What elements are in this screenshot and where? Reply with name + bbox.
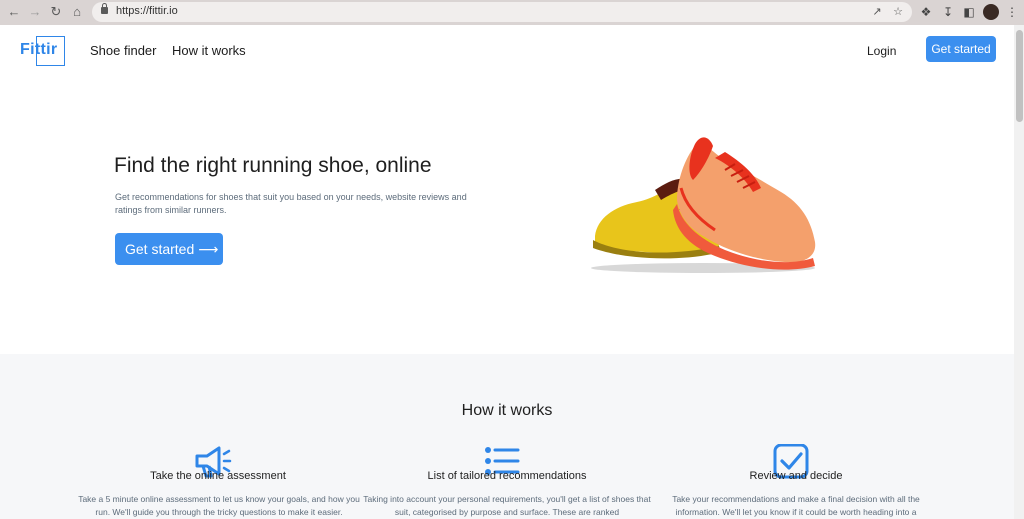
get-started-button-header[interactable]: Get started bbox=[926, 36, 996, 62]
how-it-works-section: How it works Take the online assessment … bbox=[0, 354, 1014, 519]
page: Fittir Shoe finder How it works Login Ge… bbox=[0, 25, 1014, 519]
home-icon[interactable]: ⌂ bbox=[69, 4, 85, 20]
hero-title: Find the right running shoe, online bbox=[114, 154, 432, 177]
step-title-2: List of tailored recommendations bbox=[427, 470, 587, 482]
forward-arrow-icon[interactable]: → bbox=[27, 4, 43, 20]
menu-icon[interactable]: ⋮ bbox=[1004, 4, 1020, 20]
login-link[interactable]: Login bbox=[867, 44, 896, 58]
lock-icon bbox=[101, 3, 108, 14]
reload-icon[interactable]: ↻ bbox=[48, 4, 64, 20]
profile-avatar[interactable] bbox=[983, 4, 999, 20]
star-icon[interactable]: ☆ bbox=[891, 5, 905, 18]
step-title-3: Review and decide bbox=[749, 470, 843, 482]
step-text-2: Taking into account your personal requir… bbox=[363, 494, 651, 517]
scrollbar-thumb[interactable] bbox=[1016, 30, 1023, 122]
step-text-1: Take a 5 minute online assessment to let… bbox=[78, 494, 360, 517]
step-text-3: Take your recommendations and make a fin… bbox=[672, 494, 920, 517]
browser-toolbar: ← → ↻ ⌂ https://fittir.io ↗ ☆ ❖ ↧ ◧ ⋮ bbox=[0, 0, 1024, 25]
extensions-icon[interactable]: ❖ bbox=[918, 4, 934, 20]
nav-how-it-works[interactable]: How it works bbox=[172, 43, 246, 58]
nav-shoe-finder[interactable]: Shoe finder bbox=[90, 43, 157, 58]
get-started-button-hero[interactable]: Get started ⟶ bbox=[115, 233, 223, 265]
running-shoes-image bbox=[591, 137, 816, 273]
hero-subtitle: Get recommendations for shoes that suit … bbox=[115, 192, 467, 215]
section-title: How it works bbox=[461, 402, 553, 419]
site-logo[interactable]: Fittir bbox=[20, 36, 65, 66]
logo-text: Fittir bbox=[20, 41, 58, 58]
download-icon[interactable]: ↧ bbox=[940, 4, 956, 20]
sidebar-icon[interactable]: ◧ bbox=[961, 4, 977, 20]
back-arrow-icon[interactable]: ← bbox=[6, 4, 22, 20]
share-icon[interactable]: ↗ bbox=[870, 5, 884, 18]
hero-cta-label: Get started bbox=[125, 241, 195, 257]
step-title-1: Take the online assessment bbox=[150, 470, 286, 482]
arrow-right-icon: ⟶ bbox=[198, 241, 219, 257]
url-text: https://fittir.io bbox=[116, 5, 178, 17]
address-bar[interactable]: https://fittir.io ↗ ☆ bbox=[92, 2, 912, 22]
